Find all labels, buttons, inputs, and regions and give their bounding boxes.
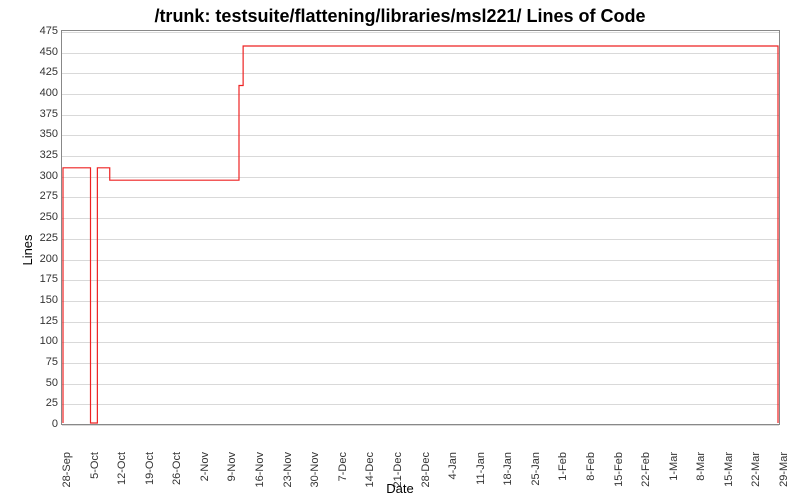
y-tick-label: 150 (23, 294, 58, 306)
y-tick-label: 325 (23, 149, 58, 161)
x-axis-label: Date (0, 481, 800, 496)
y-tick-label: 125 (23, 315, 58, 327)
y-tick-label: 25 (23, 397, 58, 409)
plot-area (61, 30, 780, 425)
y-tick-label: 225 (23, 232, 58, 244)
loc-series-line (63, 46, 778, 423)
grid-line (62, 425, 779, 426)
y-tick-label: 175 (23, 273, 58, 285)
y-tick-label: 50 (23, 377, 58, 389)
y-tick-label: 75 (23, 356, 58, 368)
y-tick-label: 275 (23, 190, 58, 202)
y-tick-label: 400 (23, 87, 58, 99)
y-tick-label: 450 (23, 46, 58, 58)
line-series-svg (62, 31, 779, 424)
y-tick-label: 425 (23, 66, 58, 78)
chart-container: /trunk: testsuite/flattening/libraries/m… (0, 0, 800, 500)
y-tick-label: 350 (23, 128, 58, 140)
y-tick-label: 375 (23, 108, 58, 120)
y-tick-label: 300 (23, 170, 58, 182)
y-tick-label: 250 (23, 211, 58, 223)
y-tick-label: 200 (23, 253, 58, 265)
y-tick-label: 100 (23, 335, 58, 347)
chart-title: /trunk: testsuite/flattening/libraries/m… (0, 6, 800, 27)
y-tick-label: 475 (23, 25, 58, 37)
y-tick-label: 0 (23, 418, 58, 430)
